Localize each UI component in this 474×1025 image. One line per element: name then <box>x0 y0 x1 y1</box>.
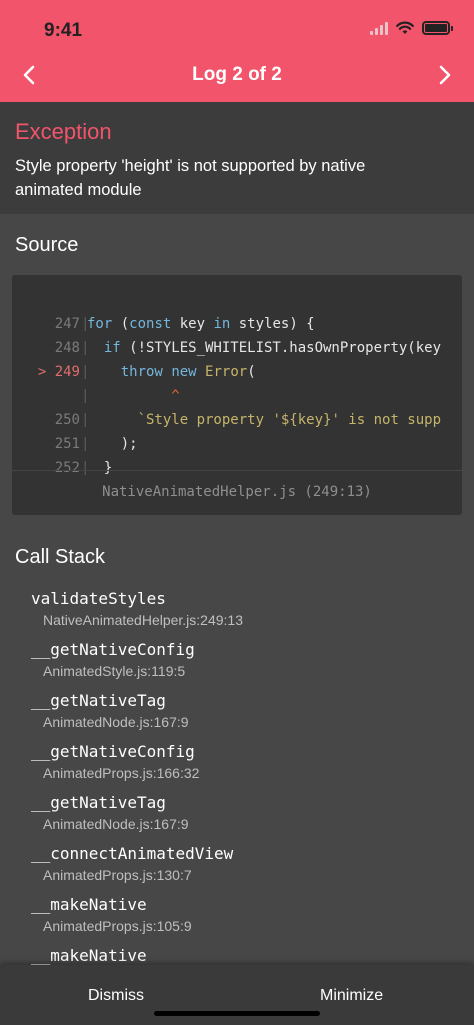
stack-frame[interactable]: __makeNative <box>31 946 147 966</box>
code-line-highlighted: > 249 | throw new Error( <box>12 336 462 380</box>
home-indicator[interactable] <box>154 1011 320 1016</box>
source-file-location[interactable]: NativeAnimatedHelper.js (249:13) <box>12 484 462 500</box>
stack-frame[interactable]: __getNativeConfig AnimatedProps.js:166:3… <box>31 742 199 782</box>
frame-location: NativeAnimatedHelper.js:249:13 <box>43 612 244 628</box>
minimize-button[interactable]: Minimize <box>320 987 383 1005</box>
exception-message-line-1[interactable]: Style property 'height' is not supported… <box>15 157 365 176</box>
stack-frame[interactable]: __connectAnimatedView AnimatedProps.js:1… <box>31 844 233 884</box>
dismiss-button[interactable]: Dismiss <box>88 987 144 1005</box>
frame-location: AnimatedProps.js:130:7 <box>43 867 192 883</box>
frame-location: AnimatedNode.js:167:9 <box>43 816 189 832</box>
frame-function-name: __getNativeTag <box>31 691 166 710</box>
cellular-signal-icon <box>370 21 388 35</box>
exception-message-line-2[interactable]: animated module <box>15 181 142 200</box>
header-bar: 9:41 Log 2 of 2 <box>0 0 474 102</box>
frame-location: AnimatedNode.js:167:9 <box>43 714 189 730</box>
frame-function-name: __connectAnimatedView <box>31 844 234 863</box>
frame-location: AnimatedProps.js:166:32 <box>43 765 200 781</box>
frame-function-name: validateStyles <box>31 589 166 608</box>
exception-title: Exception <box>15 119 112 144</box>
code-line-caret: | ^ <box>81 388 180 404</box>
frame-function-name: __getNativeConfig <box>31 742 195 761</box>
source-title: Source <box>15 234 79 256</box>
battery-icon <box>422 21 453 35</box>
bottom-action-bar: Dismiss Minimize <box>0 965 474 1025</box>
frame-function-name: __getNativeConfig <box>31 640 195 659</box>
status-time: 9:41 <box>44 20 83 41</box>
frame-function-name: __getNativeTag <box>31 793 166 812</box>
wifi-icon <box>396 21 414 34</box>
next-log-button[interactable] <box>430 60 460 90</box>
code-line: 250 | `Style property '${key}' is not sup… <box>12 384 462 428</box>
stack-frame[interactable]: __getNativeTag AnimatedNode.js:167:9 <box>31 793 189 833</box>
log-counter-title: Log 2 of 2 <box>192 64 282 85</box>
call-stack-title: Call Stack <box>15 546 106 568</box>
stack-frame[interactable]: validateStyles NativeAnimatedHelper.js:2… <box>31 589 243 629</box>
frame-location: AnimatedProps.js:105:9 <box>43 918 192 934</box>
status-icons <box>370 21 453 35</box>
stack-frame[interactable]: __getNativeConfig AnimatedStyle.js:119:5 <box>31 640 195 680</box>
frame-location: AnimatedStyle.js:119:5 <box>43 663 186 679</box>
stack-frame[interactable]: __getNativeTag AnimatedNode.js:167:9 <box>31 691 189 731</box>
frame-function-name: __makeNative <box>31 946 147 965</box>
code-frame[interactable]: 247 | for (const key in styles) { 248 | if … <box>12 275 462 515</box>
code-divider <box>12 470 462 471</box>
stack-frame[interactable]: __makeNative AnimatedProps.js:105:9 <box>31 895 192 935</box>
line-number: 252 <box>54 460 80 476</box>
code-line: 248 | if (!STYLES_WHITELIST.hasOwnPropert… <box>12 312 462 356</box>
frame-function-name: __makeNative <box>31 895 147 914</box>
code-line: 247 | for (const key in styles) { <box>12 288 462 332</box>
code-line: 252 | } <box>12 432 462 476</box>
chevron-right-icon <box>439 65 451 85</box>
code-lines: 247 | for (const key in styles) { 248 | if … <box>12 275 462 476</box>
code-line: 251 | ); <box>12 408 462 452</box>
